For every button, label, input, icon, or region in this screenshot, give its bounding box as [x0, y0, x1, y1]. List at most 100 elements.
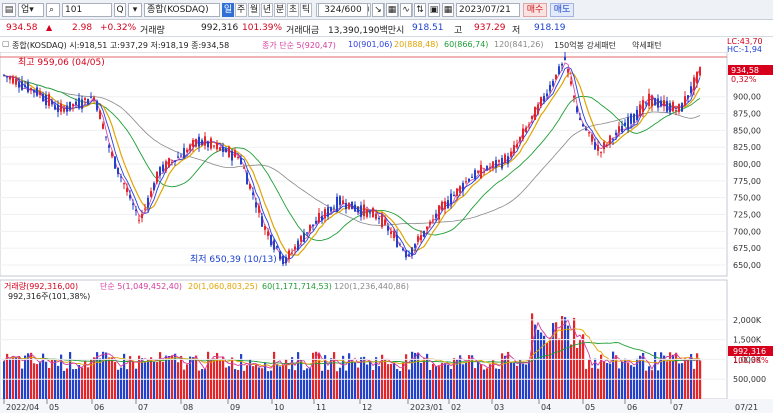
candle-body	[396, 234, 398, 248]
volume-bar	[18, 355, 21, 399]
volume-bar	[303, 370, 306, 399]
compare-icon[interactable]: ⇅	[414, 3, 426, 17]
candle-body	[645, 102, 647, 104]
volume-bar	[288, 369, 291, 399]
legend-box-icon[interactable]: ▢	[2, 39, 10, 48]
volume-bar	[396, 369, 399, 399]
volume-bar	[369, 361, 372, 399]
candle-body	[372, 208, 374, 217]
candle-body	[387, 225, 389, 231]
candle-body	[159, 167, 161, 176]
buy-label: 매수	[526, 5, 544, 15]
volume-bar	[399, 371, 402, 399]
period-tab-4[interactable]: 분	[274, 3, 286, 17]
candle-body	[183, 148, 185, 159]
sell-button[interactable]: 매도	[550, 3, 574, 17]
date-label: 05	[49, 403, 59, 412]
sell-label: 매도	[553, 5, 571, 15]
arrow-icon[interactable]: ↘	[372, 3, 384, 17]
volume-bar	[27, 353, 30, 399]
volume-bar	[339, 367, 342, 399]
candle-body	[201, 140, 203, 145]
candle-body	[72, 103, 74, 107]
candle-body	[660, 100, 662, 107]
volume-bar	[129, 356, 132, 399]
candle-body	[288, 250, 290, 259]
candle-body	[531, 115, 533, 119]
code-search-icon[interactable]: Q	[114, 3, 126, 17]
date-value: 2023/07/21	[459, 5, 511, 15]
period-tab-5[interactable]: 초	[287, 3, 299, 17]
volume-bar	[150, 357, 153, 399]
legend-ma5: 종가 단순 5(920,47)	[262, 41, 336, 50]
price-tick-label: 700,00	[733, 227, 761, 236]
volume-bar	[603, 361, 606, 399]
dropdown-icon[interactable]: ▾	[128, 3, 142, 17]
volume-bar	[591, 367, 594, 399]
search-icon[interactable]: ⌕	[46, 3, 60, 17]
volume-bar	[6, 353, 9, 399]
candle-body	[321, 216, 323, 221]
volume-bar	[357, 367, 360, 399]
candle-body	[312, 224, 314, 227]
volume-bar	[24, 355, 27, 399]
candle-body	[177, 156, 179, 158]
chart-area[interactable]: 최고 959,06 (04/05) 최저 650,39 (10/13) 900,…	[0, 51, 773, 413]
candle-body	[117, 167, 119, 175]
volume-bar	[132, 361, 135, 399]
volume-bar	[144, 361, 147, 399]
candle-body	[219, 147, 221, 151]
period-tab-1[interactable]: 주	[235, 3, 247, 17]
buy-button[interactable]: 매수	[523, 3, 547, 17]
lock-icon[interactable]: ▣	[428, 3, 440, 17]
calendar-icon[interactable]: ▦	[442, 3, 454, 17]
code-input[interactable]: 101	[62, 3, 112, 17]
candle-body	[273, 240, 275, 250]
volume-bar	[84, 360, 87, 399]
candle-body	[90, 96, 92, 98]
period-count[interactable]: 324/600	[318, 3, 368, 17]
volume-bar	[126, 369, 129, 399]
price-tick-label: 650,00	[733, 261, 761, 270]
volume-bar	[153, 361, 156, 399]
date-input[interactable]: 2023/07/21	[456, 3, 520, 17]
volume-bar	[222, 356, 225, 399]
menu-icon[interactable]: ▤	[2, 3, 16, 17]
volume-bar	[501, 353, 504, 399]
volume-bar	[48, 367, 51, 399]
candle-body	[573, 95, 575, 98]
period-tab-2[interactable]: 월	[248, 3, 260, 17]
grid-icon[interactable]: ▦	[386, 3, 398, 17]
candle-body	[129, 194, 131, 199]
volume-bar	[354, 361, 357, 399]
volume-bar	[237, 369, 240, 399]
price-chart-svg[interactable]: 최고 959,06 (04/05) 최저 650,39 (10/13) 900,…	[0, 51, 773, 413]
candle-body	[345, 202, 347, 210]
volume-bar	[447, 364, 450, 399]
volume-bar	[33, 363, 36, 399]
candle-body	[180, 155, 182, 157]
index-name-field[interactable]: 종합(KOSDAQ)	[144, 3, 220, 17]
candle-body	[636, 109, 638, 121]
candle-body	[357, 206, 359, 213]
period-tab-6[interactable]: 틱	[300, 3, 312, 17]
candle-body	[198, 136, 200, 147]
volume-bar	[393, 362, 396, 399]
period-tab-0[interactable]: 일	[222, 3, 234, 17]
open-label: 시	[396, 26, 405, 36]
volume-bar	[171, 355, 174, 399]
candle-body	[459, 186, 461, 193]
volume-bar	[234, 369, 237, 399]
candle-body	[534, 106, 536, 120]
line-icon[interactable]: ∿	[400, 3, 412, 17]
volume-bar	[267, 371, 270, 399]
volume-bar	[243, 370, 246, 399]
volume-bar	[387, 364, 390, 399]
period-tab-3[interactable]: 년	[261, 3, 273, 17]
candle-body	[570, 81, 572, 85]
candle-body	[252, 192, 254, 196]
candle-body	[435, 213, 437, 219]
price-tick-label: 775,00	[733, 177, 761, 186]
candle-body	[162, 164, 164, 172]
chart-type-select[interactable]: 업▾	[18, 3, 44, 17]
